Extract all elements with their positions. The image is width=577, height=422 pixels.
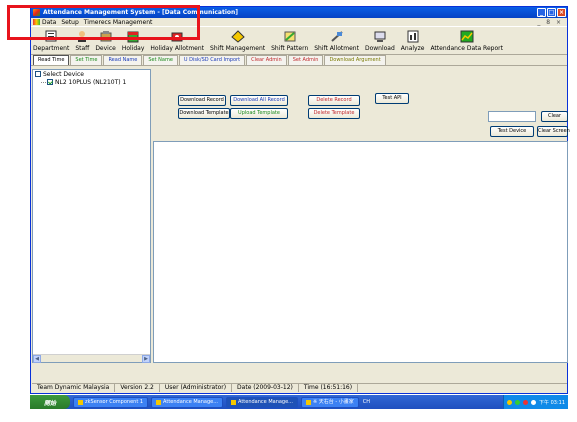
toolbar-shift-pattern-button[interactable]: Shift Pattern <box>271 30 308 52</box>
select-device-checkbox[interactable] <box>35 71 41 77</box>
toolbar-report-button[interactable]: Attendance Data Report <box>430 30 503 52</box>
clock: 下午 03:11 <box>539 399 565 406</box>
minimize-button[interactable]: _ <box>537 8 546 17</box>
clear-screen-button[interactable]: Clear Screen <box>537 126 570 137</box>
system-tray: 下午 03:11 <box>503 395 568 409</box>
toolbar-staff-button[interactable]: Staff <box>75 30 89 52</box>
device-label: NL2 10PLUS (NL210T) 1 <box>55 78 127 86</box>
test-api-button[interactable]: Test API <box>375 93 409 104</box>
tab-download-argument[interactable]: Download Argument <box>324 55 386 65</box>
status-time: Time (16:51:16) <box>299 384 359 392</box>
taskbar-item-zksensor[interactable]: zkSensor Component 1 <box>73 396 149 408</box>
holiday-allotment-icon <box>171 32 183 42</box>
staff-icon <box>78 31 87 42</box>
status-version: Version 2.2 <box>115 384 160 392</box>
download-icon <box>374 31 386 42</box>
toolbar-department-button[interactable]: Department <box>33 30 69 52</box>
toolbar-download-button[interactable]: Download <box>365 30 395 52</box>
maximize-button[interactable]: □ <box>547 8 556 17</box>
taskbar-item-paint[interactable]: ※ 天右台 - 小畫家 <box>300 396 359 408</box>
window-icon <box>156 399 162 405</box>
toolbar-holiday-button[interactable]: Holiday <box>122 30 144 52</box>
delete-template-button[interactable]: Delete Template <box>308 108 360 119</box>
function-tab-row: Read Time Set Time Read Name Set Name U … <box>31 55 567 66</box>
close-button[interactable]: × <box>557 8 566 17</box>
download-record-button[interactable]: Download Record <box>178 95 226 106</box>
toolbar-shift-management-button[interactable]: Shift Management <box>210 30 265 52</box>
status-date: Date (2009-03-12) <box>232 384 299 392</box>
toolbar-holiday-allotment-button[interactable]: Holiday Allotment <box>150 30 204 52</box>
status-company: Team Dynamic Malaysia <box>32 384 116 392</box>
tree-horizontal-scrollbar[interactable]: ◀ ▶ <box>33 354 150 363</box>
start-button[interactable]: 開始 <box>30 395 70 409</box>
paint-icon <box>305 399 311 405</box>
security-icon[interactable] <box>523 399 528 405</box>
taskbar: 開始 zkSensor Component 1 Attendance Manag… <box>30 395 568 409</box>
holiday-icon <box>127 31 139 43</box>
tab-read-name[interactable]: Read Name <box>103 55 143 65</box>
app-icon <box>33 9 40 16</box>
tab-read-time[interactable]: Read Time <box>33 55 70 65</box>
department-icon <box>45 30 57 42</box>
operations-panel: Download Record Download All Record Dele… <box>153 69 570 141</box>
report-icon <box>460 30 474 43</box>
download-template-button[interactable]: Download Template <box>178 108 230 119</box>
shift-pattern-icon <box>284 31 296 42</box>
device-tree-pane: Select Device NL2 10PLUS (NL210T) 1 ◀ ▶ <box>32 69 151 363</box>
status-bar: Team Dynamic Malaysia Version 2.2 User (… <box>32 383 567 392</box>
device-icon <box>100 31 112 42</box>
language-indicator[interactable]: CH <box>363 399 370 405</box>
upload-template-button[interactable]: Upload Template <box>230 108 288 119</box>
tab-set-admin[interactable]: Set Admin <box>287 55 324 65</box>
network-icon[interactable] <box>515 399 520 405</box>
tab-set-time[interactable]: Set Time <box>70 55 103 65</box>
tray-icon[interactable] <box>507 399 512 405</box>
menu-app-icon <box>33 19 40 25</box>
app-icon <box>231 399 236 405</box>
shift-allotment-icon <box>330 31 343 42</box>
app-window: Attendance Management System - [Data Com… <box>30 6 570 394</box>
select-device-label: Select Device <box>43 70 84 78</box>
tree-connector <box>41 81 46 83</box>
tab-udisk-import[interactable]: U Disk/SD Card Import <box>178 55 246 65</box>
analyze-icon <box>407 30 419 43</box>
scroll-right-arrow-icon[interactable]: ▶ <box>142 355 150 363</box>
tree-device-row[interactable]: NL2 10PLUS (NL210T) 1 <box>33 78 150 86</box>
menu-timerecs-management[interactable]: Timerecs Management <box>84 19 153 26</box>
delete-record-button[interactable]: Delete Record <box>308 95 360 106</box>
menu-bar: Data Setup Timerecs Management _ 8 × <box>31 18 567 27</box>
volume-icon[interactable] <box>531 399 536 405</box>
toolbar-device-button[interactable]: Device <box>95 30 116 52</box>
taskbar-item-attendance-1[interactable]: Attendance Manage... <box>151 396 223 408</box>
mdi-window-controls[interactable]: _ 8 × <box>537 19 563 26</box>
title-bar[interactable]: Attendance Management System - [Data Com… <box>31 7 567 18</box>
scroll-left-arrow-icon[interactable]: ◀ <box>33 355 41 363</box>
menu-setup[interactable]: Setup <box>61 19 78 26</box>
log-output-area[interactable] <box>153 141 568 363</box>
toolbar-shift-allotment-button[interactable]: Shift Allotment <box>314 30 359 52</box>
tab-set-name[interactable]: Set Name <box>143 55 178 65</box>
toolbar: Department Staff Device Holiday Holiday … <box>31 27 567 55</box>
device-checkbox[interactable] <box>47 79 53 85</box>
window-title: Attendance Management System - [Data Com… <box>43 9 239 16</box>
test-device-button[interactable]: Test Device <box>490 126 534 137</box>
shift-management-icon <box>230 30 245 43</box>
tree-root[interactable]: Select Device <box>33 70 150 78</box>
command-input[interactable] <box>488 111 536 122</box>
status-user: User (Administrator) <box>160 384 233 392</box>
tab-clear-admin[interactable]: Clear Admin <box>246 55 287 65</box>
clear-button[interactable]: Clear <box>541 111 568 122</box>
taskbar-item-attendance-2[interactable]: Attendance Manage... <box>226 396 298 408</box>
menu-data[interactable]: Data <box>42 19 56 26</box>
toolbar-analyze-button[interactable]: Analyze <box>401 30 424 52</box>
folder-icon <box>78 399 83 405</box>
download-all-record-button[interactable]: Download All Record <box>230 95 288 106</box>
